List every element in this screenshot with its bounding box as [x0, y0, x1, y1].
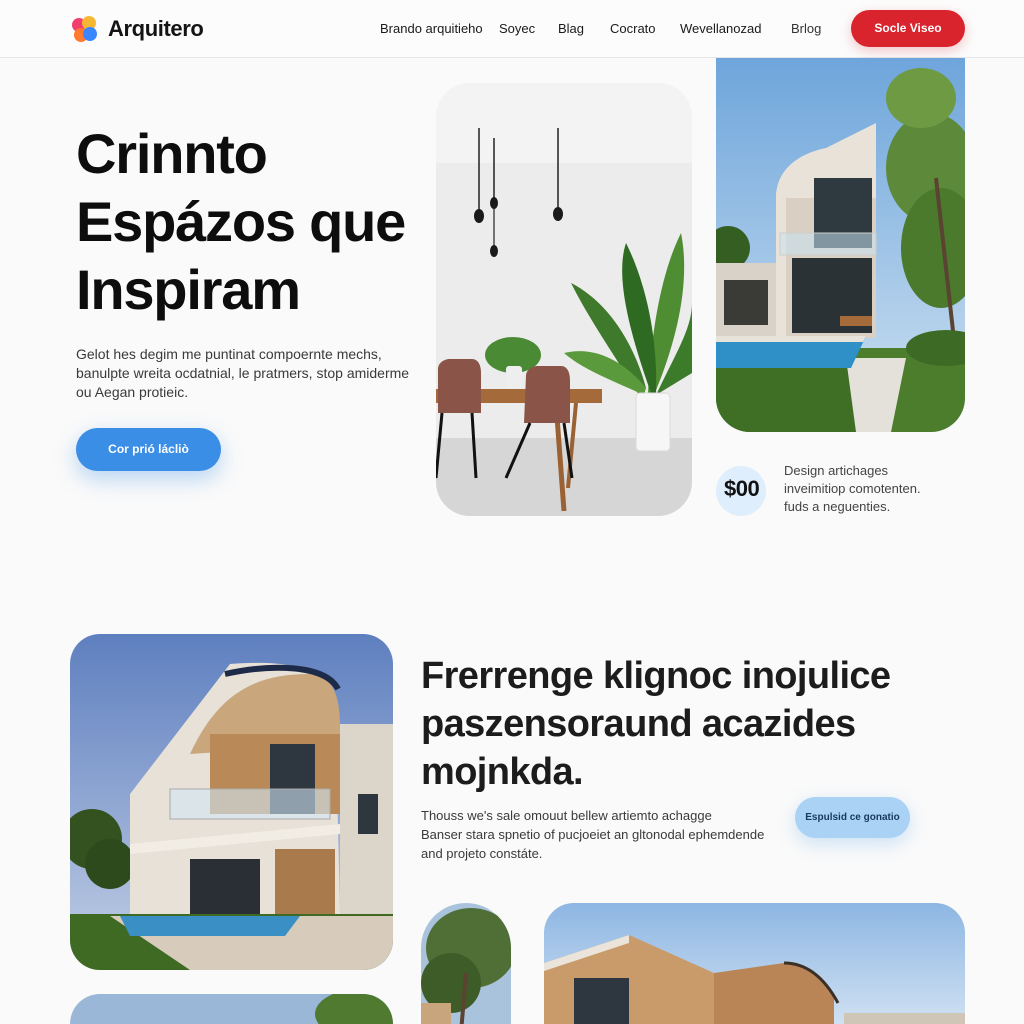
stat-description: Design artichages inveimitiop comotenten… — [784, 462, 964, 516]
logo-icon — [70, 14, 100, 44]
nav-item-soyec[interactable]: Soyec — [499, 21, 535, 36]
section-description-line: Thouss we's sale omouut bellew artiemto … — [421, 808, 712, 823]
header-cta-button[interactable]: Socle Viseo — [851, 10, 965, 47]
hero-title: Crinnto Espázos que Inspiram — [76, 120, 436, 324]
house-image-bottom-right — [544, 903, 965, 1024]
section-description-line: and projeto constáte. — [421, 846, 543, 861]
section-description: Thouss we's sale omouut bellew artiemto … — [421, 806, 771, 863]
site-header: Arquitero Brando arquitieho Soyec Blag C… — [0, 0, 1024, 58]
section-button[interactable]: Espulsid ce gonatio — [795, 797, 910, 838]
hero-description-line: banulpte wreita ocdatnial, le pratmers, … — [76, 365, 410, 381]
hero-description-line: ou Aegan protieic. — [76, 384, 189, 400]
section-title: Frerrenge klignoc inojulice paszensoraun… — [421, 652, 981, 796]
hero-description-line: Gelot hes degim me puntinat compoernte m… — [76, 346, 382, 362]
stat-value: $00 — [724, 476, 760, 501]
nav-item-blag[interactable]: Blag — [558, 21, 584, 36]
stat-description-line: Design artichages — [784, 463, 889, 478]
hero-button[interactable]: Cor prió lácliò — [76, 428, 221, 471]
hero-description: Gelot hes degim me puntinat compoernte m… — [76, 345, 416, 402]
nav-item-cocrato[interactable]: Cocrato — [610, 21, 656, 36]
section-title-line: mojnkda. — [421, 751, 584, 793]
nav-item-brando[interactable]: Brando arquitieho — [380, 21, 483, 36]
nav-item-wevellanozad[interactable]: Wevellanozad — [680, 21, 761, 36]
section-title-line: Frerrenge klignoc inojulice — [421, 655, 891, 697]
hero-title-line: Crinnto — [76, 122, 268, 185]
tree-image — [421, 903, 511, 1024]
section-title-line: paszensoraund acazides — [421, 703, 856, 745]
brand-name: Arquitero — [108, 16, 204, 41]
nav-item-brlog[interactable]: Brlog — [791, 21, 821, 36]
house-image-curved — [70, 634, 393, 970]
hero-title-line: Espázos que — [76, 190, 406, 253]
house-image-bottom-left — [70, 994, 393, 1024]
section-description-line: Banser stara spnetio of pucjoeiet an glt… — [421, 827, 765, 842]
house-image-pool — [716, 58, 965, 432]
stat-description-line: fuds a neguenties. — [784, 499, 891, 514]
logo[interactable]: Arquitero — [70, 14, 204, 44]
hero-title-line: Inspiram — [76, 258, 301, 321]
stat-description-line: inveimitiop comotenten. — [784, 481, 921, 496]
interior-image — [436, 83, 692, 516]
